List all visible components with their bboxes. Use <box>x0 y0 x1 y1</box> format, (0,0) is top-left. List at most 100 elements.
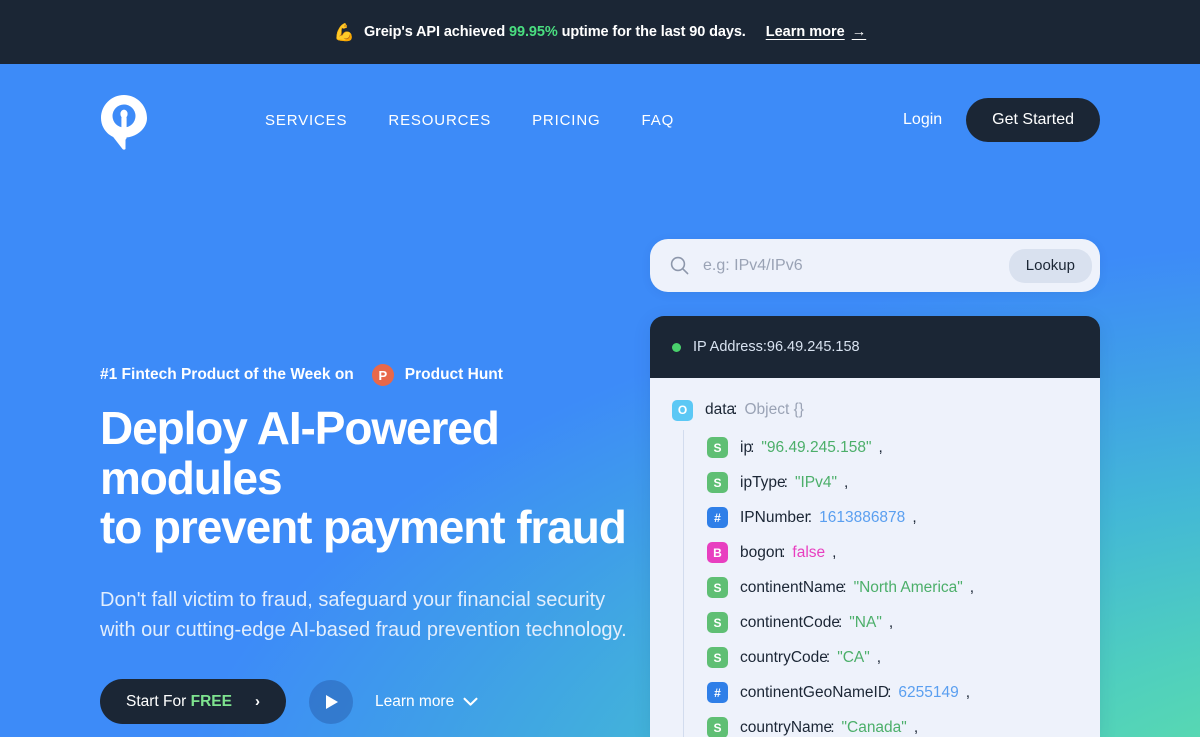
announcement-bar: 💪 Greip's API achieved 99.95% uptime for… <box>0 0 1200 64</box>
json-row[interactable]: S continentName: "North America", <box>707 570 1100 605</box>
string-type-badge-icon: S <box>707 647 728 668</box>
json-key: data <box>705 401 736 418</box>
get-started-button[interactable]: Get Started <box>966 98 1100 142</box>
json-colon: : <box>807 508 813 526</box>
announcement-text-before: Greip's API achieved <box>363 24 510 40</box>
status-dot-icon <box>672 342 681 352</box>
main-navigation: SERVICES RESOURCES PRICING FAQ Login Get… <box>0 64 1200 176</box>
page-title: Deploy AI-Powered modules to prevent pay… <box>100 402 670 554</box>
json-colon: : <box>781 543 786 561</box>
json-key: countryName <box>740 718 833 736</box>
play-video-button[interactable] <box>308 679 353 724</box>
json-value: 1613886878 <box>819 508 906 526</box>
greip-logo-icon[interactable] <box>100 94 148 150</box>
json-viewer: O data: Object {} S ip: "96.49.245.158", <box>650 378 1100 737</box>
json-colon: : <box>733 401 738 418</box>
arrow-right-icon: → <box>851 24 867 40</box>
json-comma: , <box>969 578 975 596</box>
string-type-badge-icon: S <box>707 717 728 737</box>
json-colon: : <box>783 473 788 491</box>
announcement-uptime-percent: 99.95% <box>509 24 558 40</box>
start-for-free-button[interactable]: Start For FREE › <box>100 679 286 725</box>
json-key: bogon <box>740 543 784 561</box>
announcement-learn-more-link[interactable]: Learn more → <box>766 24 866 40</box>
json-key: IPNumber <box>740 508 810 526</box>
json-row[interactable]: S countryCode: "CA", <box>707 640 1100 675</box>
json-root-pair: data: Object {} <box>705 401 804 419</box>
json-row[interactable]: # IPNumber: 1613886878, <box>707 500 1100 535</box>
json-value: 6255149 <box>898 683 959 701</box>
lookup-result-card: IP Address:96.49.245.158 O data: Object … <box>650 316 1100 737</box>
json-value: "CA" <box>837 648 870 666</box>
json-key: continentCode <box>740 613 840 631</box>
hero-section: SERVICES RESOURCES PRICING FAQ Login Get… <box>0 64 1200 737</box>
learn-more-label: Learn more <box>374 692 455 710</box>
play-icon <box>326 694 339 709</box>
json-row[interactable]: S continentCode: "NA", <box>707 605 1100 640</box>
json-row[interactable]: # continentGeoNameID: 6255149, <box>707 675 1100 710</box>
json-comma: , <box>832 543 837 561</box>
boolean-type-badge-icon: B <box>707 542 728 563</box>
flexed-biceps-icon: 💪 <box>333 22 355 42</box>
product-hunt-label: Product Hunt <box>404 366 503 383</box>
nav-item-pricing[interactable]: PRICING <box>532 112 600 129</box>
object-type-badge-icon: O <box>672 399 693 421</box>
nav-links: SERVICES RESOURCES PRICING FAQ <box>265 112 674 129</box>
number-type-badge-icon: # <box>707 507 728 528</box>
json-row[interactable]: S ip: "96.49.245.158", <box>707 430 1100 465</box>
json-value: "96.49.245.158" <box>761 438 872 456</box>
json-comma: , <box>876 648 882 666</box>
hero-content: #1 Fintech Product of the Week on P Prod… <box>100 364 670 737</box>
cta-prefix: Start For <box>126 692 187 710</box>
announcement-learn-more-label: Learn more <box>765 24 845 40</box>
nav-actions: Login Get Started <box>903 98 1100 142</box>
json-colon: : <box>837 613 843 631</box>
json-row[interactable]: B bogon: false, <box>707 535 1100 570</box>
json-key: continentGeoNameID <box>740 683 890 701</box>
json-type-label: Object {} <box>744 401 804 418</box>
json-comma: , <box>912 508 917 526</box>
string-type-badge-icon: S <box>707 577 728 598</box>
json-comma: , <box>888 613 894 631</box>
headline-line-2: to prevent payment fraud <box>100 501 627 554</box>
announcement-text: Greip's API achieved 99.95% uptime for t… <box>364 24 746 40</box>
json-value: "Canada" <box>841 718 907 736</box>
hero-cta-row: Start For FREE › Learn more <box>100 679 670 725</box>
ip-search-input[interactable] <box>703 256 1009 275</box>
json-colon: : <box>825 648 831 666</box>
json-value: "North America" <box>853 578 963 596</box>
json-key: ipType <box>740 473 786 491</box>
announcement-text-after: uptime for the last 90 days. <box>557 24 746 40</box>
json-value: "NA" <box>849 613 882 631</box>
chevron-right-icon: › <box>254 693 260 711</box>
nav-item-resources[interactable]: RESOURCES <box>388 112 491 129</box>
chevron-down-icon <box>463 697 478 706</box>
hero-subtext: Don't fall victim to fraud, safeguard yo… <box>100 589 627 642</box>
json-comma: , <box>844 473 849 491</box>
award-text: #1 Fintech Product of the Week on <box>100 366 354 383</box>
nav-item-faq[interactable]: FAQ <box>642 112 675 129</box>
json-comma: , <box>878 438 883 456</box>
lookup-button[interactable]: Lookup <box>1008 248 1092 283</box>
json-key: countryCode <box>740 648 828 666</box>
json-value: false <box>792 543 826 561</box>
json-row[interactable]: S ipType: "IPv4", <box>707 465 1100 500</box>
cta-free-highlight: FREE <box>190 692 232 710</box>
nav-item-services[interactable]: SERVICES <box>265 112 347 129</box>
number-type-badge-icon: # <box>707 682 728 703</box>
string-type-badge-icon: S <box>707 472 728 493</box>
json-colon: : <box>887 683 892 701</box>
login-link[interactable]: Login <box>903 111 942 129</box>
learn-more-toggle[interactable]: Learn more <box>375 693 478 711</box>
product-hunt-icon: P <box>371 364 394 386</box>
json-colon: : <box>750 438 755 456</box>
result-card-header: IP Address:96.49.245.158 <box>650 316 1100 378</box>
lookup-search-bar: Lookup <box>650 239 1100 292</box>
json-root-node[interactable]: O data: Object {} <box>650 397 1100 423</box>
result-ip-address-label: IP Address:96.49.245.158 <box>693 339 860 355</box>
json-value: "IPv4" <box>794 473 838 491</box>
string-type-badge-icon: S <box>707 612 728 633</box>
json-row[interactable]: S countryName: "Canada", <box>707 710 1100 737</box>
headline-line-1: Deploy AI-Powered modules <box>100 402 500 504</box>
json-comma: , <box>965 683 971 701</box>
